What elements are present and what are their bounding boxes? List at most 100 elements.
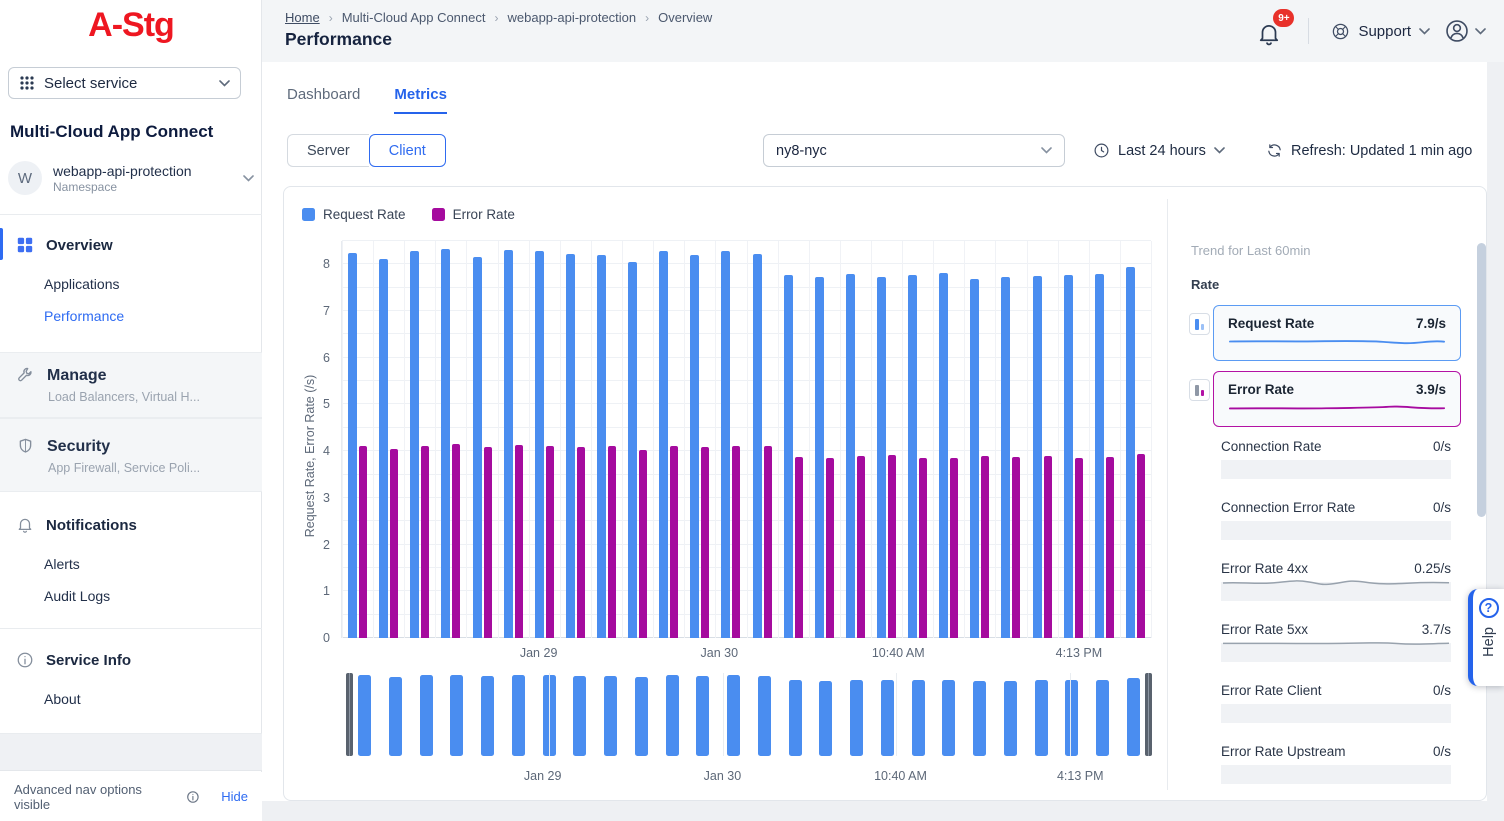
sidebar-item-manage[interactable]: Manage Load Balancers, Virtual H... [0,352,262,418]
legend-request-rate[interactable]: Request Rate [302,207,406,222]
request-rate-bar [815,277,824,638]
support-menu[interactable]: Support [1331,22,1430,41]
request-rate-bar [939,273,948,638]
time-range-dropdown[interactable]: Last 24 hours [1093,134,1225,167]
legend-error-rate[interactable]: Error Rate [432,207,515,222]
trend-row-sparkline [1221,636,1451,650]
sidebar-item-performance[interactable]: Performance [44,308,124,324]
refresh-button[interactable]: Refresh: Updated 1 min ago [1266,134,1472,167]
namespace-selector[interactable]: W webapp-api-protection Namespace [8,156,254,200]
security-sublabel: App Firewall, Service Poli... [48,461,262,475]
error-rate-bar [919,458,927,638]
trend-row-value: 0/s [1433,439,1451,454]
sidebar-collapse-strip[interactable] [0,734,262,771]
bar-pair [435,241,466,638]
time-range-value: Last 24 hours [1118,143,1206,159]
breadcrumb-service[interactable]: Multi-Cloud App Connect [342,10,486,25]
chevron-down-icon [243,175,254,182]
sidebar-item-service-info[interactable]: Service Info [0,645,262,675]
site-select-value: ny8-nyc [776,143,1041,159]
breadcrumb-separator: › [645,11,649,25]
trend-row[interactable]: Error Rate Client 0/s [1221,683,1451,744]
grid-apps-icon [19,75,35,91]
error-rate-bar [701,447,709,638]
hide-nav-link[interactable]: Hide [221,789,248,804]
brush-bar [942,680,955,756]
trend-row-value: 3.7/s [1422,622,1451,637]
namespace-name: webapp-api-protection [53,163,192,180]
sidebar-item-overview[interactable]: Overview [0,230,262,260]
breadcrumb-separator: › [329,11,333,25]
bar-pair [871,241,902,638]
x-tick-label: Jan 30 [704,769,742,783]
legend-label: Request Rate [323,207,406,222]
bar-pair [560,241,591,638]
trend-row-sparkline-area [1221,521,1451,540]
trend-row-label: Connection Rate [1221,439,1322,454]
trend-row-label: Error Rate 4xx [1221,561,1308,576]
sidebar-item-notifications[interactable]: Notifications [0,510,262,540]
brush-bar [420,675,433,756]
wrench-icon [16,366,35,385]
brush-bar [912,680,925,756]
trend-row[interactable]: Connection Error Rate 0/s [1221,500,1451,561]
brand-logo[interactable]: A-Stg [0,6,262,45]
y-tick-label: 6 [323,351,330,365]
client-toggle-button[interactable]: Client [369,134,446,167]
brush-bar [1065,680,1078,756]
brush-bar [696,676,709,756]
info-icon [16,651,34,669]
brush-bar [512,675,525,756]
trend-row[interactable]: Connection Rate 0/s [1221,439,1451,500]
scrollbar-thumb[interactable] [1477,243,1486,517]
help-button[interactable]: ? Help [1468,589,1504,686]
server-toggle-button[interactable]: Server [287,134,369,167]
request-rate-bar [753,254,762,638]
tab-dashboard[interactable]: Dashboard [287,86,360,114]
breadcrumb-home[interactable]: Home [285,10,320,25]
server-client-toggle: Server Client [287,134,446,167]
sidebar-item-security[interactable]: Security App Firewall, Service Poli... [0,418,262,492]
app-root: A-Stg Select service Multi-Cloud App Con… [0,0,1504,821]
tab-metrics[interactable]: Metrics [394,86,447,114]
trend-rows: Connection Rate 0/s Connection Error Rat… [1221,439,1451,805]
info-circle-icon[interactable] [186,790,200,804]
gridline [896,673,897,756]
trend-card-error-rate[interactable]: Error Rate 3.9/s [1213,371,1461,427]
sidebar-item-about[interactable]: About [44,691,81,707]
sidebar-item-audit-logs[interactable]: Audit Logs [44,588,110,604]
sidebar-item-applications[interactable]: Applications [44,276,120,292]
legend-swatch-blue [302,208,315,221]
question-mark-icon: ? [1479,598,1499,618]
brush-bar [635,677,648,756]
user-avatar-icon [1444,18,1470,44]
breadcrumb-namespace[interactable]: webapp-api-protection [508,10,637,25]
request-rate-bar [1126,267,1135,638]
overview-label: Overview [46,237,113,254]
brush-bar [481,676,494,756]
select-service-dropdown[interactable]: Select service [8,67,241,99]
site-select-dropdown[interactable]: ny8-nyc [763,134,1065,167]
notifications-button[interactable]: 9+ [1256,16,1286,46]
brush-handle-left[interactable] [346,673,353,756]
error-rate-bar [452,444,460,638]
request-rate-chart-icon [1189,313,1210,335]
request-rate-bar [659,251,668,638]
trend-row-label: Error Rate 5xx [1221,622,1308,637]
x-tick-label: Jan 30 [701,646,739,660]
request-rate-bar [348,253,357,638]
trend-row[interactable]: Error Rate Upstream 0/s [1221,744,1451,805]
user-menu[interactable] [1444,18,1486,44]
brush-bar [1004,681,1017,756]
request-rate-bar [628,262,637,638]
trend-row[interactable]: Error Rate 5xx 3.7/s [1221,622,1451,683]
advanced-nav-text: Advanced nav options visible [14,782,179,812]
sidebar-item-alerts[interactable]: Alerts [44,556,80,572]
brush-handle-right[interactable] [1145,673,1152,756]
bar-pair [498,241,529,638]
trend-card-request-rate[interactable]: Request Rate 7.9/s [1213,305,1461,361]
error-rate-bar [950,458,958,638]
trend-row[interactable]: Error Rate 4xx 0.25/s [1221,561,1451,622]
breadcrumb-overview[interactable]: Overview [658,10,712,25]
error-rate-bar [1012,457,1020,638]
